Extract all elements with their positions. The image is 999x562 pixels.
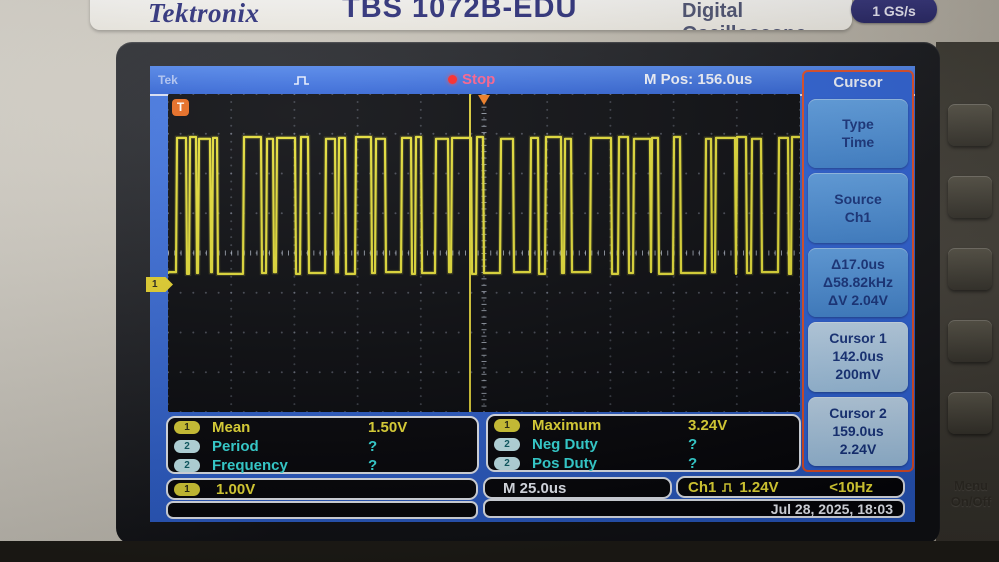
brand-logo: Tektronix: [148, 0, 260, 28]
acquisition-status: Stop: [462, 71, 496, 88]
measurement-label: Frequency: [212, 457, 288, 474]
trigger-pulse-icon: [722, 482, 733, 492]
softkey-label: Source: [834, 190, 882, 207]
measurement-label: Neg Duty: [532, 436, 598, 453]
measurement-box-left: 1 Mean 1.50V 2 Period? 2 Frequency?: [166, 416, 479, 474]
stop-indicator-dot: [448, 75, 457, 84]
trigger-position-arrow[interactable]: [478, 95, 490, 105]
bezel-softkey-5[interactable]: [948, 392, 992, 434]
softkey-cursor2[interactable]: Cursor 2 159.0us 2.24V: [808, 396, 908, 467]
softkey-label: 159.0us: [832, 422, 884, 439]
channel-badge: 2: [494, 457, 520, 470]
trigger-frequency: <10Hz: [829, 478, 873, 496]
menu-onoff-button[interactable]: Menu On/Off: [944, 478, 998, 510]
trigger-level: 1.24V: [739, 478, 779, 496]
device-label: Tektronix TBS 1072B-EDU Digital Oscillos…: [90, 0, 852, 30]
bezel-softkey-4[interactable]: [948, 320, 992, 362]
screen-top-bar: [150, 66, 915, 96]
measurement-row: 2 Frequency?: [168, 457, 477, 475]
softkey-cursor1[interactable]: Cursor 1 142.0us 200mV: [808, 322, 908, 392]
softkey-label: Δ17.0us: [831, 256, 885, 273]
softkey-label: 2.24V: [839, 440, 877, 457]
softkey-type[interactable]: Type Time: [808, 99, 908, 169]
horizontal-position-readout: M Pos: 156.0us: [644, 71, 753, 88]
softkey-label: Ch1: [844, 208, 872, 225]
softkey-label: ΔV 2.04V: [828, 292, 888, 309]
softkey-delta[interactable]: Δ17.0us Δ58.82kHz ΔV 2.04V: [808, 247, 908, 318]
trigger-source: Ch1: [688, 478, 717, 496]
softkey-label: Cursor 1: [829, 330, 887, 347]
trigger-slope-icon: [294, 76, 309, 85]
status-strip-left: [166, 501, 478, 519]
sample-rate-badge: 1 GS/s: [851, 0, 937, 23]
channel-badge: 2: [174, 440, 200, 453]
ch1-badge: 1: [174, 483, 200, 496]
measurement-value: ?: [368, 438, 378, 455]
model-family: Digital Oscilloscope: [682, 0, 807, 30]
channel-badge: 1: [494, 419, 520, 432]
measurement-value: ?: [368, 457, 378, 474]
menu-title: Cursor: [833, 74, 883, 91]
softkey-source[interactable]: Source Ch1: [808, 173, 908, 243]
measurement-value: 1.50V: [368, 419, 408, 436]
tek-screen-logo: Tek: [158, 73, 178, 87]
channel-badge: 2: [494, 438, 520, 451]
softkey-label: 200mV: [835, 366, 881, 383]
softkey-label: 142.0us: [832, 348, 884, 365]
measurement-label: Pos Duty: [532, 455, 598, 472]
trigger-readout: Ch1 1.24V <10Hz: [676, 476, 905, 498]
model-number: TBS 1072B-EDU: [342, 0, 578, 24]
measurement-row: 2 Period?: [168, 438, 477, 456]
measurement-box-right: 1 Maximum 3.24V 2 Neg Duty? 2 Pos Duty?: [486, 414, 801, 472]
measurement-value: ?: [688, 436, 698, 453]
measurement-label: Period: [212, 438, 259, 455]
bezel-softkey-1[interactable]: [948, 104, 992, 146]
measurement-row: 2 Pos Duty?: [488, 455, 799, 473]
datetime-readout: Jul 28, 2025, 18:03: [483, 499, 905, 518]
waveform-display: [168, 94, 800, 412]
softkey-label: Type: [842, 116, 874, 133]
cursor-menu-panel: Cursor Type Time Source Ch1 Δ17.0us Δ58.82kHz…: [802, 70, 914, 472]
trigger-t-marker: T: [172, 99, 189, 116]
measurement-row: 1 Mean 1.50V: [168, 419, 477, 437]
ch1-scale-readout: 1 1.00V: [166, 478, 478, 500]
timebase-readout: M 25.0us: [483, 477, 672, 499]
oscilloscope-photo: Tektronix TBS 1072B-EDU Digital Oscillos…: [0, 0, 999, 562]
bezel-softkey-3[interactable]: [948, 248, 992, 290]
softkey-label: Time: [841, 134, 875, 151]
measurement-value: ?: [688, 455, 698, 472]
softkey-label: Cursor 2: [829, 404, 887, 421]
softkey-label: Δ58.82kHz: [823, 274, 893, 291]
bezel-softkey-2[interactable]: [948, 176, 992, 218]
channel-badge: 1: [174, 421, 200, 434]
chassis-bottom: [0, 541, 999, 562]
ch1-scale-value: 1.00V: [216, 481, 256, 498]
measurement-value: 3.24V: [688, 417, 728, 434]
measurement-label: Maximum: [532, 417, 602, 434]
measurement-label: Mean: [212, 419, 251, 436]
measurement-row: 1 Maximum 3.24V: [488, 417, 799, 435]
measurement-row: 2 Neg Duty?: [488, 436, 799, 454]
channel-badge: 2: [174, 459, 200, 472]
